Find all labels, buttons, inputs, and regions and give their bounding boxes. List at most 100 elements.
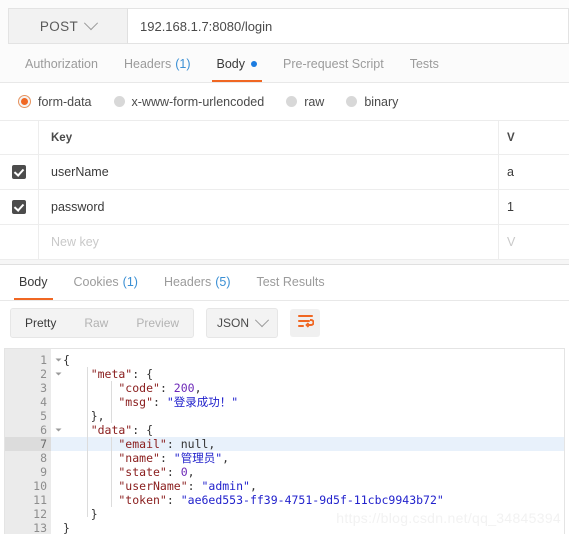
request-tab-count: (1) bbox=[175, 57, 191, 71]
radio-icon[interactable] bbox=[113, 96, 125, 107]
code-token-punct: } bbox=[63, 507, 98, 521]
radio-icon[interactable] bbox=[286, 96, 298, 107]
code-token-key: "msg" bbox=[63, 395, 154, 409]
request-tab-label: Headers bbox=[123, 57, 172, 71]
response-tab-label: Body bbox=[19, 275, 48, 289]
response-tab-headers[interactable]: Headers (5) bbox=[151, 264, 244, 300]
line-number: 13 bbox=[33, 521, 47, 534]
row-value-input[interactable]: 1 bbox=[499, 190, 569, 224]
row-key-text: password bbox=[51, 200, 105, 214]
code-token-punct: , bbox=[194, 381, 202, 395]
body-type-x-www-form-urlencoded[interactable]: x-www-form-urlencoded bbox=[113, 94, 265, 109]
line-number: 7 bbox=[5, 437, 51, 451]
code-token-punct: } bbox=[63, 521, 70, 534]
line-number: 4 bbox=[40, 395, 47, 409]
body-type-radio-group: form-data x-www-form-urlencoded raw binary bbox=[0, 83, 569, 121]
request-tab-label: Authorization bbox=[25, 57, 98, 71]
line-number-gutter: 1 2 3 4 5 6 7 8 9 10 11 12 13 bbox=[5, 349, 62, 534]
response-tab-label: Headers bbox=[163, 275, 212, 289]
new-value-input[interactable]: V bbox=[499, 225, 569, 259]
body-type-raw[interactable]: raw bbox=[286, 95, 324, 109]
checkbox-checked-icon[interactable] bbox=[12, 165, 26, 179]
response-tab-bar: Body Cookies (1) Headers (5) Test Results bbox=[0, 265, 569, 301]
code-line: "meta": { bbox=[63, 367, 564, 381]
code-token-str: "管理员" bbox=[173, 451, 223, 465]
code-token-punct: { bbox=[63, 353, 70, 367]
request-url-input[interactable]: 192.168.1.7:8080/login bbox=[128, 8, 569, 44]
new-key-placeholder: New key bbox=[51, 235, 99, 249]
chevron-down-icon bbox=[254, 313, 270, 328]
header-value-cell: V bbox=[499, 121, 569, 154]
request-tab-headers[interactable]: Headers (1) bbox=[111, 46, 204, 82]
row-checkbox-cell[interactable] bbox=[0, 190, 39, 224]
header-value-label: V bbox=[507, 131, 515, 144]
table-row[interactable]: userName a bbox=[0, 155, 569, 190]
request-tab-authorization[interactable]: Authorization bbox=[12, 46, 111, 82]
wrap-text-button[interactable] bbox=[290, 309, 321, 337]
http-method-dropdown[interactable]: POST bbox=[8, 8, 128, 44]
request-tab-label: Pre-request Script bbox=[283, 57, 384, 71]
response-format-label: JSON bbox=[217, 316, 250, 330]
body-type-label: binary bbox=[364, 94, 399, 109]
code-token-punct: : bbox=[187, 479, 202, 493]
code-token-punct: }, bbox=[63, 409, 105, 423]
header-key-cell: Key bbox=[39, 121, 499, 154]
checkbox-checked-icon[interactable] bbox=[12, 200, 26, 214]
request-tab-pre-request-script[interactable]: Pre-request Script bbox=[270, 46, 397, 82]
response-tab-cookies[interactable]: Cookies (1) bbox=[61, 264, 151, 300]
form-data-table: Key V userName a password 1 New key V bbox=[0, 121, 569, 261]
response-tab-body[interactable]: Body bbox=[6, 264, 61, 300]
response-body-code-viewer[interactable]: 1 2 3 4 5 6 7 8 9 10 11 12 13 { "meta": { "code": 20… bbox=[4, 348, 565, 534]
view-mode-preview[interactable]: Preview bbox=[122, 309, 193, 337]
view-mode-raw[interactable]: Raw bbox=[70, 309, 122, 337]
new-key-input[interactable]: New key bbox=[39, 225, 499, 259]
radio-icon[interactable] bbox=[346, 96, 358, 107]
view-mode-segmented-control: Pretty Raw Preview bbox=[10, 308, 195, 338]
view-mode-pretty[interactable]: Pretty bbox=[11, 309, 71, 337]
code-token-null: null bbox=[180, 437, 209, 451]
code-line: "token": "ae6ed553-ff39-4751-9d5f-11cbc9… bbox=[63, 493, 564, 507]
response-format-dropdown[interactable]: JSON bbox=[206, 308, 279, 338]
code-line: "code": 200, bbox=[63, 381, 564, 395]
row-key-text: userName bbox=[51, 165, 109, 179]
code-token-key: "email" bbox=[63, 437, 167, 451]
row-value-input[interactable]: a bbox=[499, 155, 569, 189]
request-tab-label: Body bbox=[216, 57, 246, 71]
line-number: 5 bbox=[40, 409, 47, 423]
code-token-punct: : bbox=[153, 395, 167, 409]
code-token-str: "admin" bbox=[201, 479, 250, 493]
body-type-binary[interactable]: binary bbox=[346, 95, 398, 109]
code-token-punct: : { bbox=[132, 367, 154, 381]
request-url-text: 192.168.1.7:8080/login bbox=[140, 18, 273, 34]
response-tab-test-results[interactable]: Test Results bbox=[243, 264, 337, 300]
request-tab-body[interactable]: Body bbox=[204, 46, 271, 82]
body-type-label: x-www-form-urlencoded bbox=[131, 94, 265, 109]
radio-icon[interactable] bbox=[18, 95, 31, 108]
response-tab-label: Test Results bbox=[256, 275, 325, 289]
response-toolbar: Pretty Raw Preview JSON bbox=[0, 301, 569, 345]
body-type-form-data[interactable]: form-data bbox=[18, 95, 92, 109]
line-number: 2 bbox=[5, 367, 62, 381]
wrap-text-icon bbox=[297, 314, 315, 332]
table-row-new[interactable]: New key V bbox=[0, 225, 569, 260]
code-lines[interactable]: { "meta": { "code": 200, "msg": "登录成功！" … bbox=[51, 349, 564, 534]
row-key-input[interactable]: password bbox=[39, 190, 499, 224]
table-row[interactable]: password 1 bbox=[0, 190, 569, 225]
code-line: } bbox=[63, 507, 564, 521]
code-line: "state": 0, bbox=[63, 465, 564, 479]
code-token-num: 0 bbox=[180, 465, 188, 479]
row-key-input[interactable]: userName bbox=[39, 155, 499, 189]
code-line: "userName": "admin", bbox=[63, 479, 564, 493]
code-token-key: "data" bbox=[63, 423, 133, 437]
code-token-key: "token" bbox=[63, 493, 167, 507]
header-checkbox-cell bbox=[0, 121, 39, 154]
code-line: "name": "管理员", bbox=[63, 451, 564, 465]
code-token-punct: : bbox=[159, 381, 174, 395]
line-number: 12 bbox=[33, 507, 47, 521]
code-token-num: 200 bbox=[173, 381, 195, 395]
code-line: } bbox=[63, 521, 564, 534]
code-line: "email": null, bbox=[51, 437, 564, 451]
row-checkbox-cell[interactable] bbox=[0, 155, 39, 189]
request-tab-tests[interactable]: Tests bbox=[397, 46, 452, 82]
indent-guide bbox=[111, 381, 112, 423]
